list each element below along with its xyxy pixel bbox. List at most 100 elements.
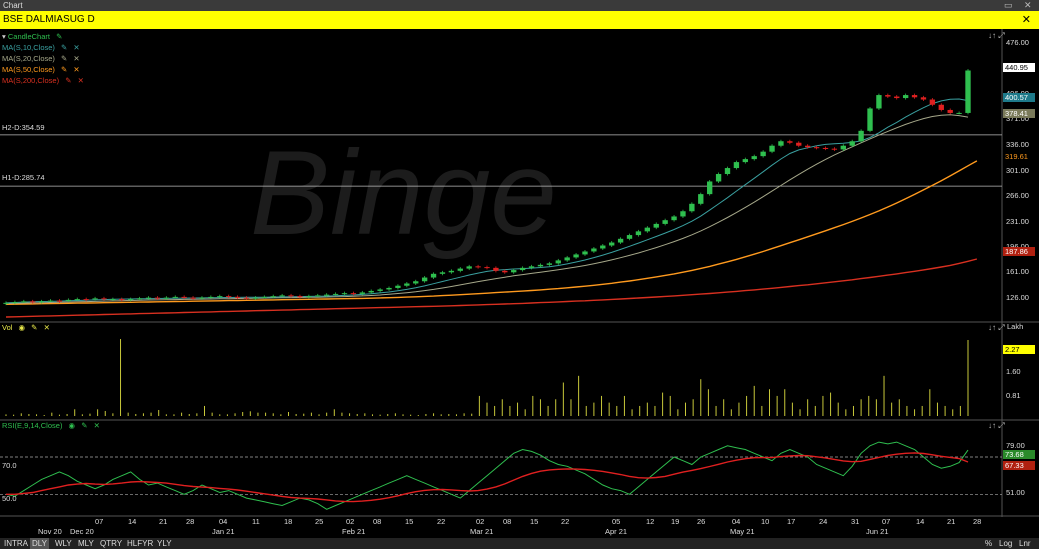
legend-ma20[interactable]: MA(S,20,Close) ✎ ✕ [2, 54, 84, 65]
candle-body [368, 290, 374, 293]
watermark: Binge [250, 126, 557, 260]
candle-body [849, 141, 855, 146]
candle-body [885, 95, 891, 97]
candle-body [279, 295, 285, 297]
candle-body [439, 272, 446, 274]
legend-ma50[interactable]: MA(S,50,Close) ✎ ✕ [2, 65, 84, 76]
ma200-badge: 187.86 [1003, 247, 1035, 256]
candle-body [74, 299, 80, 301]
legend-ma10[interactable]: MA(S,10,Close) ✎ ✕ [2, 43, 84, 54]
timeframe-dly[interactable]: DLY [30, 538, 49, 549]
candle-body [154, 297, 161, 299]
linear-scale-button[interactable]: Lnr [1017, 538, 1033, 549]
x-axis-day-label: 08 [373, 517, 382, 526]
x-axis-day-label: 25 [315, 517, 324, 526]
volume-tick: 1.60 [1006, 367, 1021, 376]
candle-body [252, 297, 259, 299]
candle-body [145, 297, 152, 299]
x-axis-day-label: 19 [671, 517, 680, 526]
edit-icon[interactable]: ✎ [81, 421, 87, 430]
volume-legend[interactable]: Vol ◉ ✎ ✕ [2, 323, 50, 332]
candle-body [92, 298, 98, 300]
remove-icon[interactable]: ✕ [94, 421, 100, 430]
x-axis-day-label: 10 [761, 517, 770, 526]
timeframe-wly[interactable]: WLY [53, 538, 74, 549]
candle-body [635, 231, 642, 236]
volume-tick: 0.81 [1006, 391, 1021, 400]
candle-body [217, 296, 223, 298]
candle-body [395, 285, 401, 288]
candle-body [724, 168, 731, 175]
x-axis-day-label: 18 [284, 517, 293, 526]
timeframe-intra[interactable]: INTRA [2, 538, 30, 549]
remove-icon[interactable]: ✕ [73, 43, 79, 52]
candle-body [751, 156, 757, 160]
candle-body [680, 211, 686, 217]
price-tick: 476.00 [1006, 38, 1029, 47]
candle-body [778, 141, 784, 146]
timeframe-yly[interactable]: YLY [155, 538, 174, 549]
candle-body [502, 270, 508, 273]
edit-icon[interactable]: ✎ [56, 32, 62, 41]
legend-candlechart[interactable]: ▾ CandleChart ✎ [2, 32, 84, 43]
candle-body [38, 301, 45, 303]
remove-icon[interactable]: ✕ [78, 76, 84, 85]
x-axis-month-label: Nov 20 [38, 527, 62, 536]
x-axis-day-label: 17 [787, 517, 796, 526]
price-tick: 336.00 [1006, 140, 1029, 149]
candle-body [662, 220, 668, 224]
edit-icon[interactable]: ✎ [61, 54, 67, 63]
price-tick: 161.00 [1006, 267, 1029, 276]
x-axis-day-label: 24 [819, 517, 828, 526]
candle-body [591, 248, 597, 252]
candle-body [519, 267, 526, 271]
edit-icon[interactable]: ✎ [61, 43, 67, 52]
eye-icon[interactable]: ◉ [19, 323, 26, 332]
candle-body [938, 104, 944, 110]
eye-icon[interactable]: ◉ [69, 421, 76, 430]
candle-body [831, 148, 838, 150]
timeframe-hlfyr[interactable]: HLFYR [125, 538, 155, 549]
candle-body [511, 270, 517, 273]
volume-unit: Lakh [1007, 322, 1024, 331]
x-axis-day-label: 04 [732, 517, 741, 526]
percent-scale-button[interactable]: % [983, 538, 994, 549]
candle-body [136, 298, 143, 300]
candle-body [83, 299, 89, 301]
remove-icon[interactable]: ✕ [44, 323, 50, 332]
remove-icon[interactable]: ✕ [73, 65, 79, 74]
timeframe-mly[interactable]: MLY [76, 538, 96, 549]
edit-icon[interactable]: ✎ [31, 323, 37, 332]
candle-body [813, 147, 820, 149]
ma10-badge: 400.57 [1003, 93, 1035, 102]
candle-body [226, 296, 232, 298]
candle-body [707, 181, 713, 195]
rsi-legend[interactable]: RSI(E,9,14,Close) ◉ ✎ ✕ [2, 421, 100, 430]
candle-body [208, 296, 214, 298]
candle-body [350, 293, 357, 295]
candle-body [341, 293, 348, 295]
candle-body [404, 283, 410, 286]
ma50-badge: 319.61 [1003, 152, 1035, 161]
candle-body [163, 297, 170, 299]
ma200-line [5, 258, 978, 318]
candle-body [261, 296, 267, 298]
x-axis-day-label: 21 [159, 517, 168, 526]
candle-body [804, 145, 811, 148]
candle-body [689, 203, 695, 212]
x-axis-day-label: 31 [851, 517, 860, 526]
edit-icon[interactable]: ✎ [65, 76, 71, 85]
candle-body [867, 108, 873, 131]
edit-icon[interactable]: ✎ [61, 65, 67, 74]
chart-canvas[interactable]: Binge [0, 29, 1039, 527]
x-axis-day-label: 07 [882, 517, 891, 526]
timeframe-qtry[interactable]: QTRY [98, 538, 124, 549]
candle-body [288, 295, 294, 297]
legend-ma200[interactable]: MA(S,200,Close) ✎ ✕ [2, 76, 84, 87]
remove-icon[interactable]: ✕ [73, 54, 79, 63]
candle-body [199, 297, 205, 299]
rsi-line [5, 441, 969, 510]
price-tick: 266.00 [1006, 191, 1029, 200]
log-scale-button[interactable]: Log [997, 538, 1014, 549]
hline-label-h1: H1-D:285.74 [2, 173, 45, 182]
